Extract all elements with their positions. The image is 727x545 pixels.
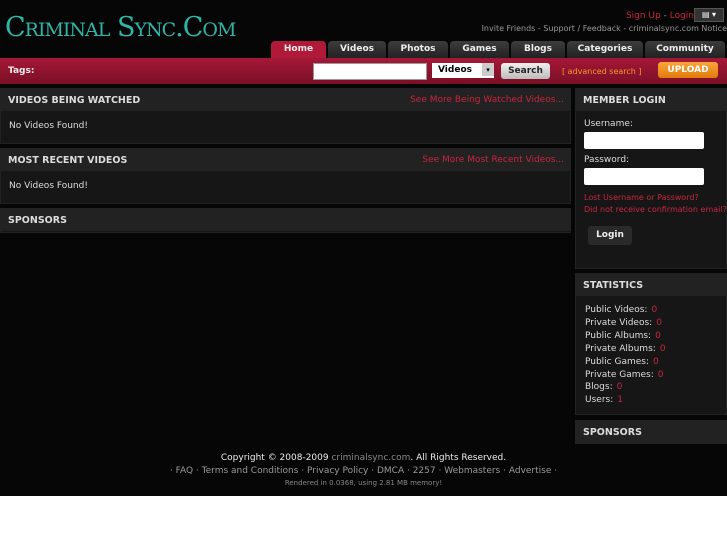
login-form: Username: Password: Lost Username or Pas… bbox=[576, 111, 727, 253]
tab-blogs[interactable]: Blogs bbox=[511, 41, 565, 58]
stat-label: Public Albums: bbox=[585, 330, 652, 341]
stat-value[interactable]: 0 bbox=[617, 382, 623, 392]
render-info: Rendered in 0.0368, using 2.81 MB memory… bbox=[284, 479, 443, 487]
search-type-value: Videos bbox=[438, 65, 472, 75]
tab-videos[interactable]: Videos bbox=[328, 41, 386, 58]
panel-title: VIDEOS BEING WATCHED See More Being Watch… bbox=[1, 89, 570, 111]
tab-home[interactable]: Home bbox=[271, 41, 326, 58]
login-button[interactable]: Login bbox=[588, 226, 632, 245]
tab-photos[interactable]: Photos bbox=[388, 41, 448, 58]
panel-title: STATISTICS bbox=[576, 274, 726, 296]
stat-row: Public Videos: 0 bbox=[585, 304, 717, 317]
panel-title-text: MOST RECENT VIDEOS bbox=[8, 155, 128, 166]
footer-link[interactable]: Advertise bbox=[509, 466, 552, 476]
member-login-panel: MEMBER LOGIN Username: Password: Lost Us… bbox=[575, 88, 727, 269]
search-bar: Tags: Videos ▾ Search [ advanced search ]… bbox=[0, 58, 727, 84]
footer-link[interactable]: DMCA bbox=[377, 466, 404, 476]
footer-link[interactable]: Webmasters bbox=[444, 466, 500, 476]
empty-message: No Videos Found! bbox=[9, 181, 88, 191]
rights-text: . All Rights Reserved. bbox=[410, 453, 507, 463]
account-links: Sign Up - Login bbox=[626, 11, 694, 21]
footer-links: · FAQ · Terms and Conditions · Privacy P… bbox=[169, 466, 558, 476]
panel-title: SPONSORS bbox=[1, 209, 570, 231]
stat-row: Private Albums: 0 bbox=[585, 343, 717, 356]
tab-community[interactable]: Community bbox=[645, 41, 725, 58]
resend-confirmation-link[interactable]: Did not receive confirmation email? bbox=[584, 205, 727, 214]
tab-categories[interactable]: Categories bbox=[567, 41, 643, 58]
lost-password-link[interactable]: Lost Username or Password? bbox=[584, 193, 718, 202]
password-field[interactable] bbox=[584, 168, 704, 185]
sub-links[interactable]: Invite Friends - Support / Feedback - cr… bbox=[482, 24, 727, 33]
search-input[interactable] bbox=[313, 63, 427, 80]
search-button[interactable]: Search bbox=[501, 63, 550, 79]
upload-button[interactable]: UPLOAD bbox=[658, 62, 718, 78]
sign-up-link[interactable]: Sign Up bbox=[626, 11, 661, 21]
stat-value[interactable]: 0 bbox=[660, 344, 666, 354]
username-label: Username: bbox=[584, 119, 633, 129]
panel-title: MEMBER LOGIN bbox=[576, 89, 726, 111]
username-field[interactable] bbox=[584, 132, 704, 149]
stat-label: Private Albums: bbox=[585, 343, 656, 354]
sep: - bbox=[660, 11, 670, 21]
statistics-panel: STATISTICS Public Videos: 0 Private Videos… bbox=[575, 273, 727, 415]
stat-value[interactable]: 0 bbox=[658, 370, 664, 380]
advanced-search-link[interactable]: [ advanced search ] bbox=[562, 67, 642, 76]
stat-value[interactable]: 0 bbox=[655, 331, 661, 341]
sponsors-panel: SPONSORS bbox=[0, 208, 571, 233]
side-sponsors-panel: SPONSORS bbox=[575, 420, 727, 444]
stat-row: Users: 1 bbox=[585, 394, 717, 407]
see-more-watched-link[interactable]: See More Being Watched Videos... bbox=[410, 95, 564, 105]
footer-link[interactable]: Privacy Policy bbox=[307, 466, 368, 476]
stat-label: Private Games: bbox=[585, 369, 654, 380]
panel-title-text: VIDEOS BEING WATCHED bbox=[8, 95, 141, 106]
login-link[interactable]: Login bbox=[670, 11, 694, 21]
footer-link[interactable]: 2257 bbox=[413, 466, 436, 476]
password-label: Password: bbox=[584, 155, 630, 165]
site-link[interactable]: criminalsync.com bbox=[331, 453, 410, 463]
tab-games[interactable]: Games bbox=[450, 41, 509, 58]
stat-label: Private Videos: bbox=[585, 317, 653, 328]
stat-row: Private Games: 0 bbox=[585, 369, 717, 382]
page: Criminal Sync.Com Sign Up - Login ▤ ▾ In… bbox=[0, 0, 727, 496]
site-logo[interactable]: Criminal Sync.Com bbox=[5, 12, 236, 43]
stat-value[interactable]: 0 bbox=[656, 318, 662, 328]
chevron-down-icon: ▾ bbox=[482, 63, 494, 76]
stat-row: Blogs: 0 bbox=[585, 381, 717, 394]
copyright: Copyright © 2008-2009 criminalsync.com. … bbox=[0, 453, 727, 463]
empty-message: No Videos Found! bbox=[9, 121, 88, 131]
tags-label: Tags: bbox=[8, 66, 35, 76]
stat-label: Public Games: bbox=[585, 356, 650, 367]
stats-list: Public Videos: 0 Private Videos: 0 Public Al… bbox=[576, 296, 726, 415]
us-flag-icon[interactable]: ▤ ▾ bbox=[694, 8, 724, 22]
recent-videos-panel: MOST RECENT VIDEOS See More Most Recent V… bbox=[0, 148, 571, 204]
stat-row: Private Videos: 0 bbox=[585, 317, 717, 330]
footer-link[interactable]: FAQ bbox=[176, 466, 193, 476]
stat-row: Public Albums: 0 bbox=[585, 330, 717, 343]
stat-value[interactable]: 1 bbox=[617, 395, 623, 405]
copyright-text: Copyright © 2008-2009 bbox=[220, 453, 332, 463]
panel-title: MOST RECENT VIDEOS See More Most Recent V… bbox=[1, 149, 570, 171]
videos-watched-panel: VIDEOS BEING WATCHED See More Being Watch… bbox=[0, 88, 571, 144]
search-type-select[interactable]: Videos ▾ bbox=[432, 63, 494, 78]
stat-label: Users: bbox=[585, 395, 614, 406]
main-nav: Home Videos Photos Games Blogs Categorie… bbox=[271, 41, 725, 58]
stat-row: Public Games: 0 bbox=[585, 356, 717, 369]
stat-label: Blogs: bbox=[585, 382, 613, 393]
stat-label: Public Videos: bbox=[585, 305, 648, 315]
stat-value[interactable]: 0 bbox=[653, 357, 659, 367]
stat-value[interactable]: 0 bbox=[651, 305, 657, 315]
see-more-recent-link[interactable]: See More Most Recent Videos... bbox=[422, 155, 564, 165]
panel-title: SPONSORS bbox=[576, 421, 726, 443]
footer-link[interactable]: Terms and Conditions bbox=[202, 466, 299, 476]
